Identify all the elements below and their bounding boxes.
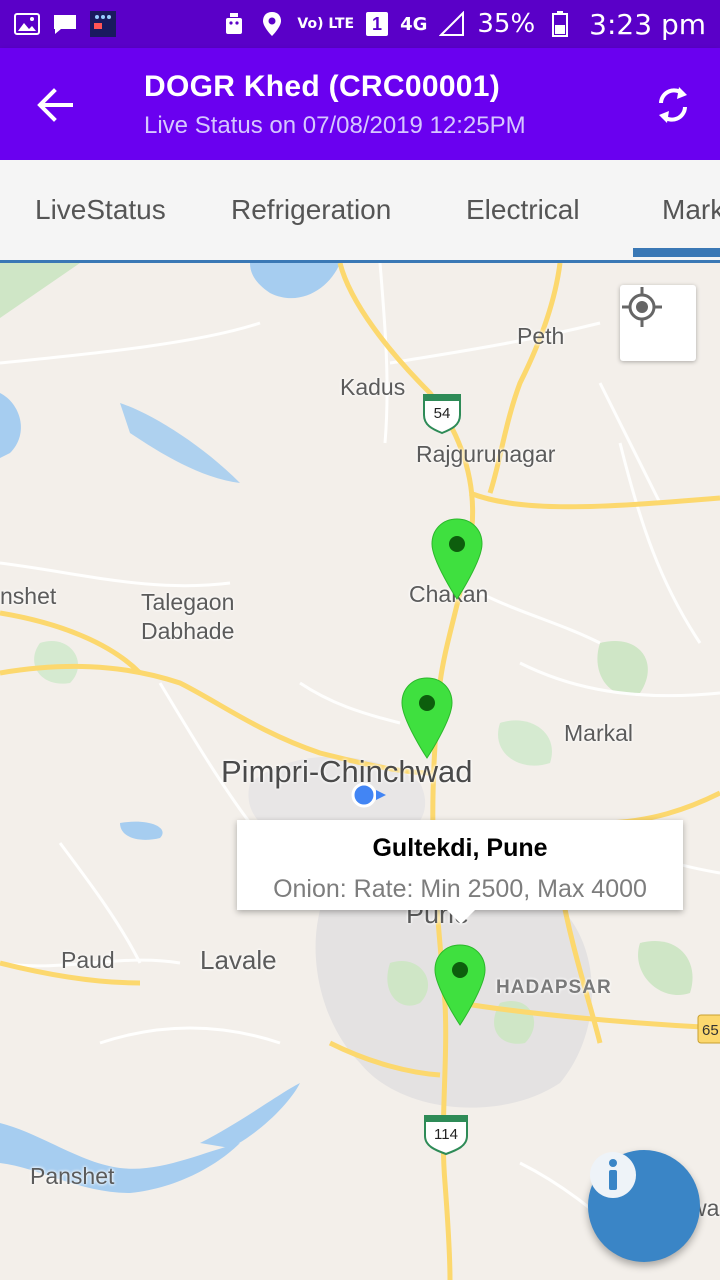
info-fab-button[interactable] [588,1150,700,1262]
clock: 3:23 pm [589,7,706,41]
tab-electrical[interactable]: Electrical [466,194,580,226]
location-icon [259,12,285,36]
map-marker-chakan[interactable] [430,517,484,601]
message-icon [52,13,78,35]
tab-bar: LiveStatus Refrigeration Electrical Mark [0,160,720,263]
highway-shield-54: 54 [423,394,461,435]
map-label-panshet: Panshet [30,1163,115,1189]
page-title: DOGR Khed (CRC00001) [144,70,501,103]
map-label-peth: Peth [517,323,565,349]
map-label-dabhade: Dabhade [141,618,235,644]
info-icon [590,1152,636,1198]
tab-selected-indicator [633,248,720,257]
status-bar: Vo) LTE 1 4G 35% 3:23 pm [0,0,720,48]
gallery-icon [14,13,40,35]
app-bar: DOGR Khed (CRC00001) Live Status on 07/0… [0,48,720,160]
map-label-kadus: Kadus [340,374,406,400]
svg-text:114: 114 [434,1126,458,1143]
app-notification-icon [90,11,116,37]
map-label-nshet: nshet [0,583,57,609]
map-label-rajgurunagar: Rajgurunagar [416,441,556,467]
battery-icon [547,11,573,37]
map-label-paud: Paud [61,947,115,973]
refresh-icon [659,87,687,123]
highway-shield-65: 65 [697,1014,720,1044]
map-pin-icon [434,944,486,1026]
my-location-button[interactable] [620,285,696,361]
map-marker-gultekdi[interactable] [433,943,487,1027]
map-view[interactable]: 54 114 65 Peth Kadus Rajgurunagar Chakan… [0,263,720,1280]
back-arrow-icon [37,88,73,122]
highway-shield-114: 114 [424,1115,468,1156]
info-window-title: Gultekdi, Pune [372,834,548,862]
refresh-button[interactable] [646,78,700,132]
tab-refrigeration[interactable]: Refrigeration [231,194,391,226]
map-label-hadapsar: HADAPSAR [496,977,612,998]
map-marker-pimpri[interactable] [400,676,454,760]
svg-text:54: 54 [434,405,451,422]
marker-info-window[interactable]: Gultekdi, Pune Onion: Rate: Min 2500, Ma… [237,820,683,924]
map-pin-icon [431,518,483,600]
battery-percent: 35% [477,9,536,39]
map-label-markal: Markal [564,720,634,746]
network-label: Vo) LTE [297,16,355,32]
signal-icon [439,11,465,36]
map-label-talegaon: Talegaon [141,589,235,615]
map-pin-icon [401,677,453,759]
sim-icon: 1 [366,12,389,36]
crosshair-icon [622,287,662,327]
svg-text:65: 65 [702,1022,719,1039]
android-icon [221,13,247,35]
info-window-body: Onion: Rate: Min 2500, Max 4000 [273,875,647,903]
tab-market[interactable]: Mark [662,194,720,226]
back-button[interactable] [30,80,80,130]
map-label-lavale: Lavale [200,945,277,975]
tab-livestatus[interactable]: LiveStatus [35,194,166,226]
page-subtitle: Live Status on 07/08/2019 12:25PM [144,112,526,139]
network-type: 4G [400,13,428,35]
